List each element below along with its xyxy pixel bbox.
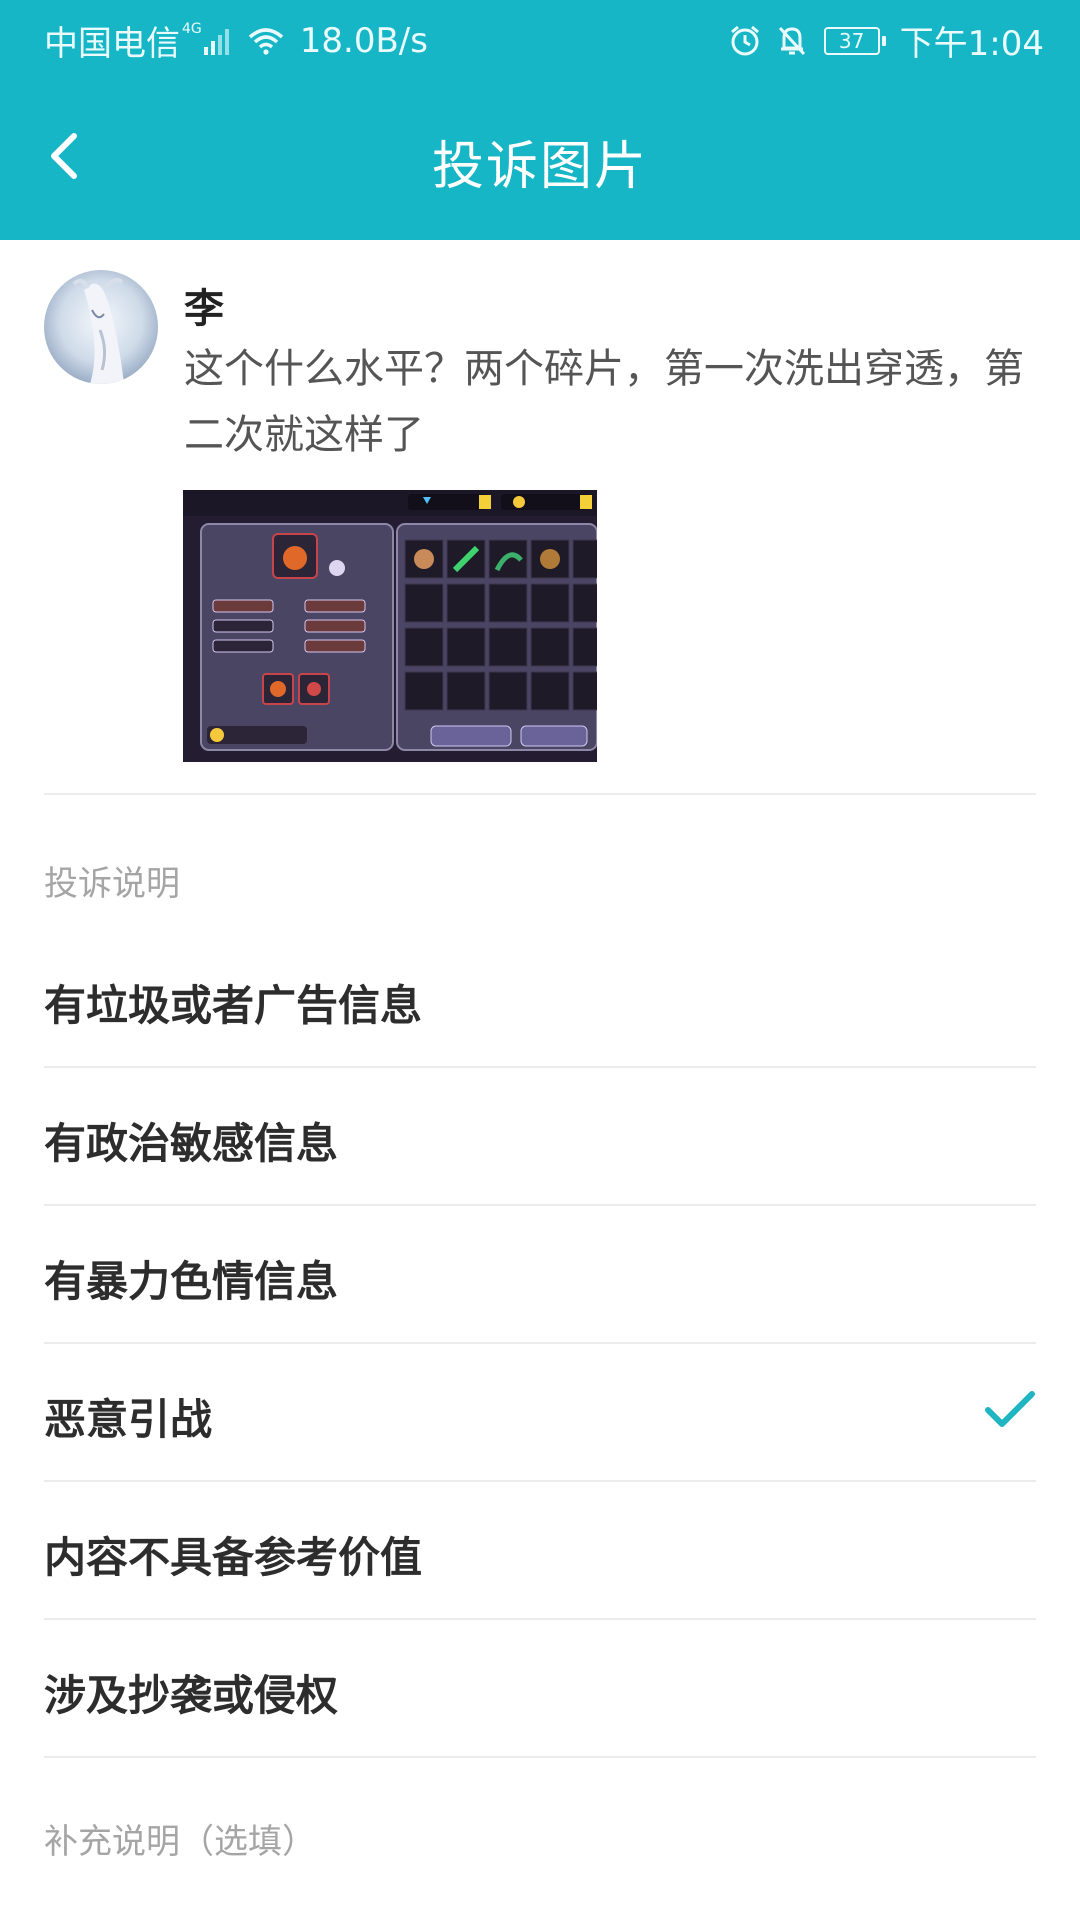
option-plagiarism[interactable]: 涉及抄袭或侵权 <box>44 1622 1036 1758</box>
option-label: 内容不具备参考价值 <box>44 1533 423 1582</box>
alarm-icon <box>730 25 759 55</box>
network-speed: 18.0B/s <box>299 20 428 61</box>
avatar[interactable] <box>44 270 158 384</box>
carrier-label: 中国电信 <box>44 24 180 64</box>
checkmark-icon <box>985 1391 1035 1427</box>
option-label: 涉及抄袭或侵权 <box>44 1671 339 1720</box>
battery-icon: 37 <box>823 26 886 55</box>
divider <box>44 793 1036 795</box>
app-header: 中国电信 4G 18.0B/s 37 下午1:04 投诉图片 <box>0 0 1080 240</box>
option-label: 有垃圾或者广告信息 <box>44 981 423 1030</box>
signal-icon <box>203 27 232 55</box>
option-label: 恶意引战 <box>44 1395 213 1444</box>
network-type: 4G <box>182 20 202 37</box>
page-title: 投诉图片 <box>431 137 648 197</box>
post-image[interactable] <box>183 490 597 762</box>
option-no-reference-value[interactable]: 内容不具备参考价值 <box>44 1484 1036 1620</box>
status-bar: 中国电信 4G 18.0B/s 37 下午1:04 <box>0 0 1080 76</box>
option-label: 有政治敏感信息 <box>44 1119 339 1168</box>
option-violence-porn[interactable]: 有暴力色情信息 <box>44 1208 1036 1344</box>
option-spam-ads[interactable]: 有垃圾或者广告信息 <box>44 932 1036 1068</box>
mute-notification-icon <box>778 26 805 55</box>
clock: 下午1:04 <box>899 24 1044 64</box>
complaint-section-label: 投诉说明 <box>44 864 180 904</box>
option-political[interactable]: 有政治敏感信息 <box>44 1070 1036 1206</box>
option-label: 有暴力色情信息 <box>44 1257 339 1306</box>
author-name: 李 <box>184 286 224 332</box>
wifi-icon <box>248 27 283 55</box>
supplement-section-label: 补充说明（选填） <box>44 1822 316 1862</box>
post-card: 李 这个什么水平？两个碎片，第一次洗出穿透，第二次就这样了 <box>0 240 1080 794</box>
nav-bar: 投诉图片 <box>0 96 1080 216</box>
option-flame-war[interactable]: 恶意引战 <box>44 1346 1036 1482</box>
post-text: 这个什么水平？两个碎片，第一次洗出穿透，第二次就这样了 <box>184 346 1024 458</box>
battery-level: 37 <box>823 26 880 55</box>
